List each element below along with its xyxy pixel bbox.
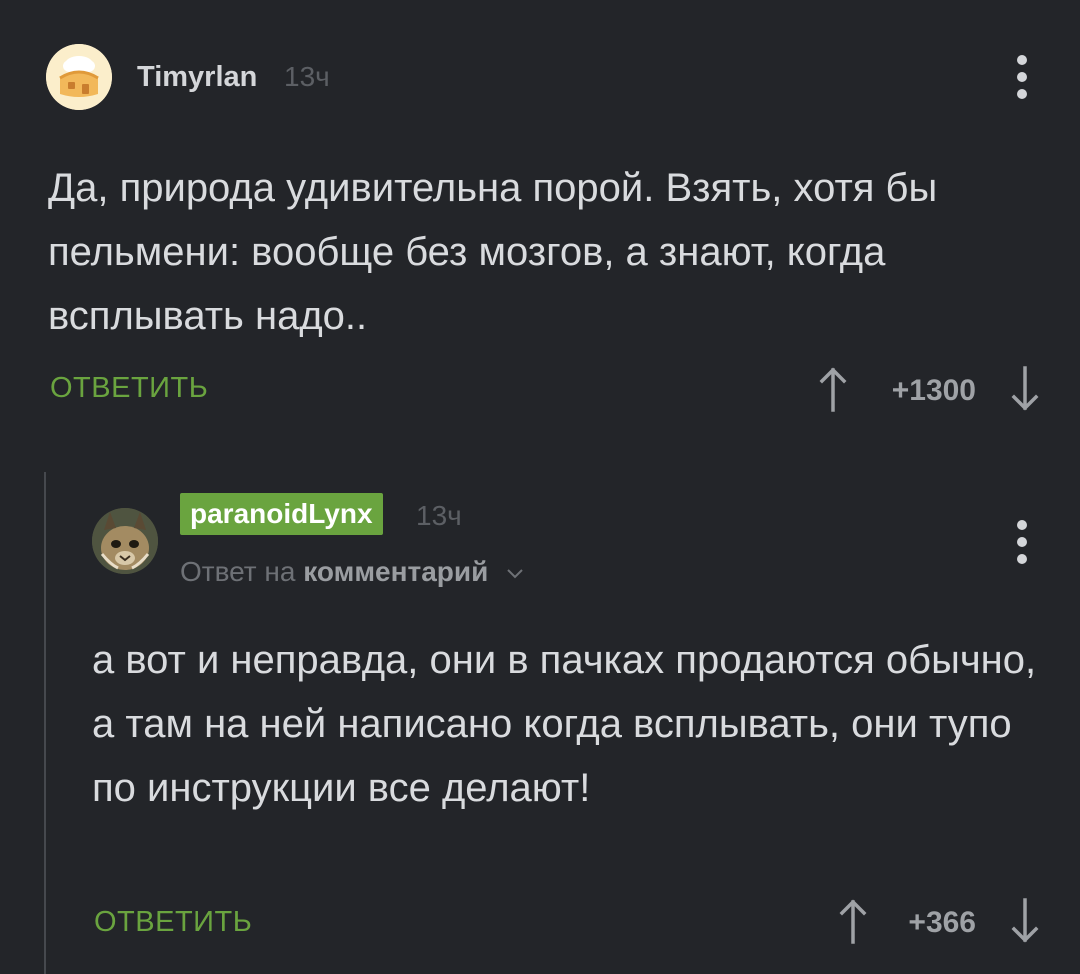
rating-value: +1300 (891, 374, 976, 407)
comment-text: Да, природа удивительна порой. Взять, хо… (48, 166, 938, 338)
vote-controls: +366 (838, 898, 1040, 948)
comment-text: а вот и неправда, они в пачках продаются… (92, 638, 1037, 810)
more-options-icon[interactable] (1014, 520, 1030, 564)
reply-button[interactable]: ОТВЕТИТЬ (50, 368, 208, 408)
user-avatar[interactable] (92, 508, 158, 574)
username[interactable]: paranoidLynx (180, 493, 383, 535)
downvote-arrow-icon[interactable] (1010, 366, 1040, 412)
bread-house-avatar-icon (46, 44, 112, 110)
comments-page: Timyrlan 13ч Да, природа удивительна пор… (0, 0, 1080, 974)
downvote-arrow-icon[interactable] (1010, 898, 1040, 944)
thread-line[interactable] (44, 472, 46, 974)
reply-to-link[interactable]: комментарий (303, 556, 488, 587)
user-avatar[interactable] (46, 44, 112, 110)
reply-to-info: Ответ на комментарий (180, 552, 524, 592)
vote-controls: +1300 (818, 366, 1040, 416)
chevron-down-icon[interactable] (506, 568, 524, 580)
timestamp: 13ч (416, 500, 462, 531)
username[interactable]: Timyrlan (137, 57, 257, 97)
lynx-photo-avatar-icon (92, 508, 158, 574)
timestamp: 13ч (284, 61, 330, 92)
rating-value: +366 (908, 906, 976, 939)
upvote-arrow-icon[interactable] (818, 366, 848, 412)
reply-button[interactable]: ОТВЕТИТЬ (94, 902, 252, 942)
upvote-arrow-icon[interactable] (838, 898, 868, 944)
comment: Timyrlan 13ч Да, природа удивительна пор… (0, 0, 1080, 440)
reply-to-prefix: Ответ на (180, 556, 296, 587)
more-options-icon[interactable] (1014, 55, 1030, 99)
